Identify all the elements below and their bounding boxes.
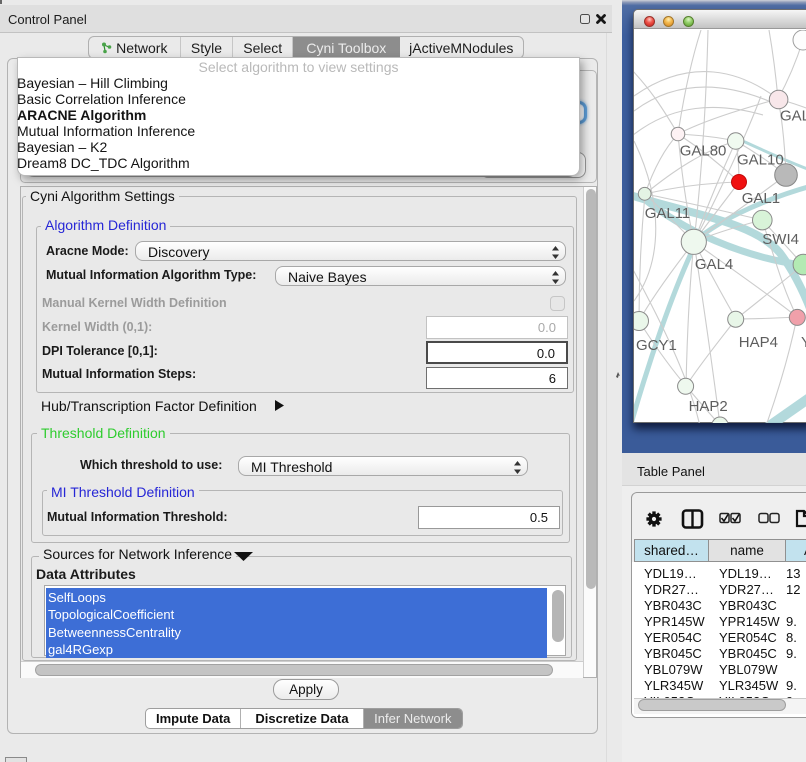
- svg-text:GCY1: GCY1: [636, 337, 677, 354]
- svg-text:HAP4: HAP4: [739, 334, 778, 351]
- svg-text:HAP2: HAP2: [689, 398, 728, 415]
- svg-text:SWI4: SWI4: [762, 231, 799, 248]
- svg-text:GAL: GAL: [780, 108, 806, 125]
- svg-text:GAL80: GAL80: [680, 143, 727, 160]
- svg-text:Y: Y: [801, 334, 806, 351]
- svg-text:GAL11: GAL11: [645, 205, 691, 222]
- svg-text:GAL4: GAL4: [695, 256, 733, 273]
- svg-text:GAL1: GAL1: [742, 190, 780, 207]
- svg-text:GAL10: GAL10: [737, 152, 784, 169]
